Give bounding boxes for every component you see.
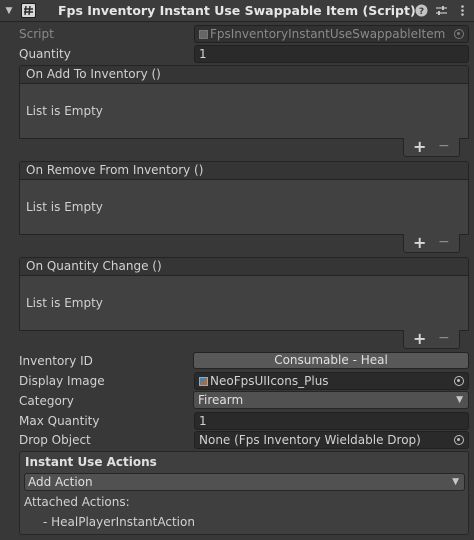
event-list-on-remove: List is Empty (19, 180, 469, 235)
attached-actions-label: Attached Actions: (24, 495, 130, 509)
inventory-id-label: Inventory ID (19, 354, 93, 368)
object-picker-icon (454, 29, 464, 39)
dropdown-arrow-icon: ▼ (456, 395, 463, 405)
add-action-dropdown[interactable]: Add Action ▼ (24, 473, 465, 491)
display-image-value: NeoFpsUIIcons_Plus (210, 374, 329, 388)
script-value: FpsInventoryInstantUseSwappableItem (210, 27, 446, 41)
event-footer-on-remove: + − (403, 234, 460, 253)
max-quantity-label: Max Quantity (19, 414, 100, 428)
script-label: Script (19, 27, 54, 41)
add-listener-button[interactable]: + (413, 234, 426, 251)
quantity-label: Quantity (19, 47, 71, 61)
category-dropdown[interactable]: Firearm ▼ (193, 391, 469, 409)
remove-listener-button[interactable]: − (438, 234, 450, 251)
event-list-on-quantity-change: List is Empty (19, 276, 469, 331)
event-header-on-quantity-change: On Quantity Change () (19, 257, 469, 276)
add-action-label: Add Action (28, 475, 93, 489)
foldout-arrow-icon[interactable]: ▼ (2, 4, 16, 18)
event-footer-on-quantity-change: + − (403, 330, 460, 349)
inventory-id-button[interactable]: Consumable - Heal (193, 352, 469, 369)
drop-object-field[interactable]: None (Fps Inventory Wieldable Drop) (194, 431, 469, 449)
object-picker-icon[interactable] (454, 435, 464, 445)
script-asset-icon (199, 30, 208, 39)
attached-action-item: - HealPlayerInstantAction (43, 515, 195, 529)
drop-object-label: Drop Object (19, 433, 91, 447)
script-field: FpsInventoryInstantUseSwappableItem (194, 25, 469, 43)
event-header-on-remove: On Remove From Inventory () (19, 161, 469, 180)
component-title: Fps Inventory Instant Use Swappable Item… (58, 3, 416, 18)
event-list-on-add: List is Empty (19, 84, 469, 139)
help-icon[interactable]: ? (414, 4, 428, 18)
add-listener-button[interactable]: + (413, 138, 426, 155)
remove-listener-button[interactable]: − (438, 330, 450, 347)
display-image-label: Display Image (19, 374, 105, 388)
quantity-input[interactable]: 1 (194, 45, 469, 63)
instant-use-actions-title: Instant Use Actions (25, 455, 157, 469)
drop-object-value: None (Fps Inventory Wieldable Drop) (199, 433, 421, 447)
event-footer-on-add: + − (403, 138, 460, 157)
settings-sliders-icon[interactable] (434, 4, 448, 18)
add-listener-button[interactable]: + (413, 330, 426, 347)
component-header: ▼ Fps Inventory Instant Use Swappable It… (0, 0, 474, 22)
instant-use-actions-group: Instant Use Actions Add Action ▼ Attache… (19, 451, 469, 535)
svg-text:?: ? (418, 7, 423, 17)
event-header-on-add: On Add To Inventory () (19, 65, 469, 84)
object-picker-icon[interactable] (454, 376, 464, 386)
remove-listener-button[interactable]: − (438, 138, 450, 155)
dropdown-arrow-icon: ▼ (452, 477, 459, 487)
script-checkbox-icon[interactable] (21, 3, 36, 18)
max-quantity-input[interactable]: 1 (194, 412, 469, 430)
category-label: Category (19, 394, 74, 408)
context-menu-icon[interactable] (455, 4, 469, 18)
sprite-asset-icon (199, 377, 208, 386)
display-image-field[interactable]: NeoFpsUIIcons_Plus (194, 372, 469, 390)
category-value: Firearm (198, 393, 244, 407)
